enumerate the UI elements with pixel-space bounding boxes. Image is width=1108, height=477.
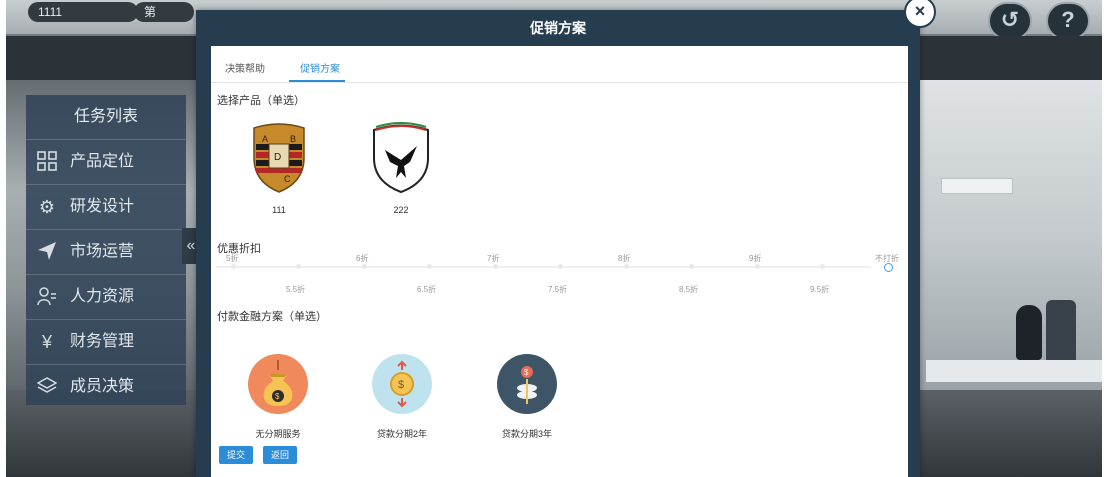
promotion-modal: 促销方案 × 决策帮助 促销方案 选择产品（单选） A D B C 111 22… <box>196 0 936 477</box>
discount-section-label: 优惠折扣 <box>217 243 261 255</box>
discount-tick-5: 5折 <box>226 254 239 263</box>
sidebar-item-finance[interactable]: ¥ 财务管理 <box>26 320 186 365</box>
modal-title: 促销方案 <box>530 20 586 36</box>
svg-text:$: $ <box>275 392 280 401</box>
air-vent <box>941 178 1013 194</box>
sidebar-item-label: 人力资源 <box>70 288 135 305</box>
finance-label: 无分期服务 <box>255 429 301 439</box>
slider-stop[interactable] <box>624 264 629 269</box>
sidebar-item-label: 研发设计 <box>70 198 135 215</box>
coin-exchange-icon: $ <box>372 354 432 414</box>
svg-text:A: A <box>262 134 268 144</box>
slider-stop[interactable] <box>755 264 760 269</box>
svg-text:$: $ <box>398 379 404 391</box>
help-button[interactable]: ? <box>1046 2 1090 40</box>
slider-stop[interactable] <box>231 264 236 269</box>
slider-stop[interactable] <box>493 264 498 269</box>
team-id: 1111 <box>38 5 63 19</box>
slider-stop[interactable] <box>427 264 432 269</box>
sidebar-item-member-decision[interactable]: 成员决策 <box>26 365 186 409</box>
svg-text:$: $ <box>524 368 529 377</box>
slider-stop[interactable] <box>362 264 367 269</box>
coin-stack-icon: $ <box>497 354 557 414</box>
yen-icon: ¥ <box>41 332 52 352</box>
user-list-icon <box>36 286 58 308</box>
finance-option-no-installment[interactable]: $ 无分期服务 <box>233 354 323 440</box>
sidebar-item-label: 成员决策 <box>70 378 135 395</box>
discount-tick-7-5: 7.5折 <box>548 285 568 294</box>
finance-option-loan-2y[interactable]: $ 贷款分期2年 <box>357 354 447 440</box>
finance-label: 贷款分期3年 <box>501 429 552 439</box>
product-label: 222 <box>393 205 409 215</box>
discount-tick-8: 8折 <box>618 254 631 263</box>
svg-text:D: D <box>274 152 281 163</box>
discount-tick-6: 6折 <box>356 254 369 263</box>
discount-tick-6-5: 6.5折 <box>417 285 437 294</box>
sidebar-item-label: 市场运营 <box>70 243 135 260</box>
office-worker <box>1016 305 1042 360</box>
slider-stop[interactable] <box>558 264 563 269</box>
eagle-shield-icon <box>373 122 429 194</box>
tab-decision-help[interactable]: 决策帮助 <box>225 60 265 75</box>
slider-stop[interactable] <box>689 264 694 269</box>
back-button[interactable]: 返回 <box>263 446 298 464</box>
finance-label: 贷款分期2年 <box>376 429 427 439</box>
round-pill: 第 <box>134 2 194 22</box>
discount-tick-9-5: 9.5折 <box>810 285 830 294</box>
sidebar-item-hr[interactable]: 人力资源 <box>26 275 186 320</box>
discount-tick-7: 7折 <box>487 254 500 263</box>
money-bag-icon: $ <box>248 354 308 414</box>
history-icon: ↺ <box>1000 7 1020 32</box>
collapse-icon: « <box>186 237 196 254</box>
discount-tick-5-5: 5.5折 <box>286 285 306 294</box>
submit-button[interactable]: 提交 <box>219 446 254 464</box>
finance-section-label: 付款金融方案（单选） <box>217 311 327 323</box>
team-id-pill: 1111 <box>28 2 138 22</box>
slider-track[interactable] <box>216 266 871 268</box>
close-icon: × <box>914 1 926 21</box>
product-option-222[interactable]: 222 <box>366 122 436 215</box>
sidebar-title: 任务列表 <box>26 95 186 140</box>
svg-text:C: C <box>284 174 291 184</box>
sidebar-item-rnd-design[interactable]: ⚙ 研发设计 <box>26 185 186 230</box>
sidebar-item-label: 财务管理 <box>70 333 135 350</box>
slider-stop[interactable] <box>296 264 301 269</box>
sidebar-item-marketing[interactable]: 市场运营 <box>26 230 186 275</box>
svg-text:B: B <box>290 134 296 144</box>
active-tab-indicator <box>289 80 345 82</box>
discount-tick-8-5: 8.5折 <box>679 285 699 294</box>
product-label: 111 <box>272 205 286 215</box>
grid-icon <box>36 151 58 173</box>
product-section-label: 选择产品（单选） <box>217 95 305 107</box>
office-desk <box>926 360 1102 382</box>
slider-handle[interactable] <box>884 263 893 272</box>
round-label: 第 <box>144 5 157 19</box>
help-icon: ? <box>1061 7 1075 32</box>
product-option-111[interactable]: A D B C 111 <box>244 122 314 215</box>
crest-logo-icon: A D B C <box>253 123 305 193</box>
sidebar-item-label: 产品定位 <box>70 153 135 170</box>
layers-icon <box>36 376 58 398</box>
slider-stop[interactable] <box>820 264 825 269</box>
history-button[interactable]: ↺ <box>988 2 1032 40</box>
finance-option-loan-3y[interactable]: $ 贷款分期3年 <box>482 354 572 440</box>
discount-tick-9: 9折 <box>749 254 762 263</box>
tab-promotion-plan[interactable]: 促销方案 <box>300 60 340 75</box>
tab-bar: 决策帮助 促销方案 <box>211 46 908 83</box>
send-icon <box>36 241 58 263</box>
sidebar-item-product-positioning[interactable]: 产品定位 <box>26 140 186 185</box>
task-sidebar: 任务列表 产品定位 ⚙ 研发设计 市场运营 人力资源 ¥ 财务管理 成员决策 <box>26 95 186 405</box>
gear-icon: ⚙ <box>38 197 56 217</box>
